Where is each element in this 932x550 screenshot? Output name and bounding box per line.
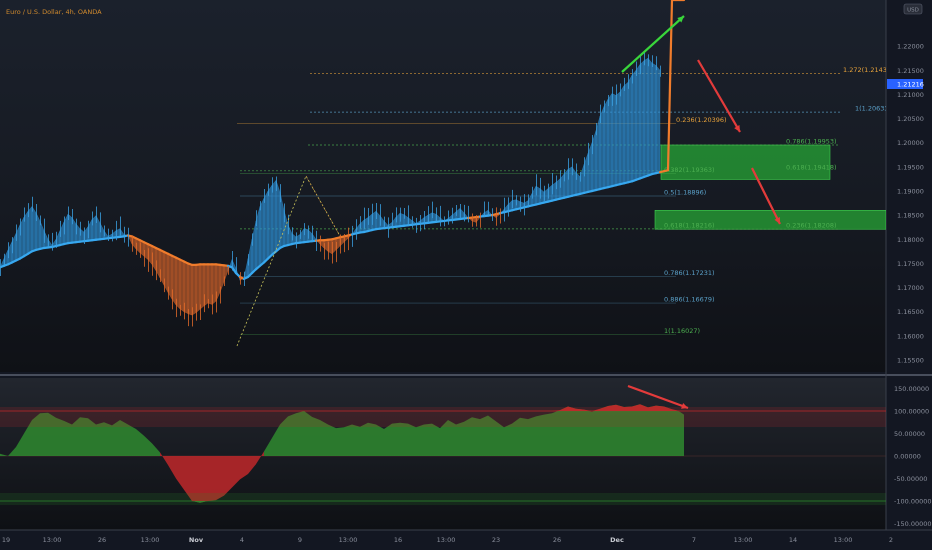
osc-positive-segment	[104, 422, 112, 456]
currency-badge-label: USD	[907, 8, 919, 14]
price-axis-tick: 1.16000	[897, 332, 924, 340]
bear-fill-segment	[199, 264, 205, 310]
time-axis-tick: 14	[789, 536, 797, 544]
time-axis-tick: 7	[692, 536, 696, 544]
last-price-label: 1.21216	[897, 80, 924, 88]
price-axis-tick: 1.21000	[897, 91, 924, 99]
time-axis-tick: 26	[98, 536, 106, 544]
osc-positive-segment	[328, 424, 336, 456]
time-axis-tick: 26	[553, 536, 561, 544]
bull-fill-segment	[627, 74, 633, 183]
osc-positive-segment	[432, 423, 440, 456]
bull-fill-segment	[655, 64, 661, 174]
fib-level-label: 0.886(1.16679)	[664, 296, 715, 304]
price-axis-tick: 1.22000	[897, 43, 924, 51]
fib-level-label: 0.382(1.19363)	[664, 166, 715, 174]
osc-axis-tick: -100.00000	[894, 498, 932, 506]
osc-positive-segment	[392, 422, 400, 456]
price-axis-tick: 1.17000	[897, 284, 924, 292]
chart-svg[interactable]: Euro / U.S. Dollar, 4h, OANDA USD 1.272(…	[0, 0, 932, 550]
price-axis-tick: 1.17500	[897, 260, 924, 268]
bear-fill-segment	[207, 264, 213, 305]
time-axis-tick: 13:00	[43, 536, 62, 544]
osc-axis-tick: 50.00000	[894, 430, 925, 438]
osc-positive-segment	[128, 424, 136, 456]
bull-fill-segment	[635, 63, 641, 181]
bull-fill-segment	[607, 92, 613, 188]
time-axis-tick: 13:00	[437, 536, 456, 544]
bull-fill-segment	[631, 69, 637, 182]
supply-zone-upper[interactable]	[660, 144, 831, 180]
fib-level-label: 0.236(1.18208)	[786, 222, 837, 230]
osc-axis-tick: 150.00000	[894, 385, 929, 393]
osc-axis-tick: -150.00000	[894, 520, 932, 528]
bull-fill-segment	[603, 99, 609, 189]
osc-positive-segment	[344, 424, 352, 456]
osc-overbought-band	[0, 407, 886, 427]
time-axis-tick: 19	[2, 536, 10, 544]
osc-positive-segment	[416, 424, 424, 456]
bull-fill-segment	[267, 184, 273, 260]
osc-positive-segment	[336, 427, 344, 456]
time-axis-tick: 13:00	[734, 536, 753, 544]
time-axis-tick: 13:00	[141, 536, 160, 544]
osc-positive-segment	[400, 422, 408, 456]
osc-positive-segment	[360, 422, 368, 456]
osc-positive-segment	[424, 423, 432, 456]
fib-level-label: 0.618(1.18216)	[664, 221, 715, 229]
price-axis-tick: 1.19000	[897, 188, 924, 196]
time-axis-tick: 2	[889, 536, 893, 544]
fib-level-label: 0.786(1.17231)	[664, 269, 715, 277]
chart-title: Euro / U.S. Dollar, 4h, OANDA	[6, 8, 102, 16]
price-axis-tick: 1.18000	[897, 236, 924, 244]
bull-fill-segment	[647, 57, 653, 176]
osc-positive-segment	[408, 423, 416, 456]
bull-fill-segment	[619, 84, 625, 185]
price-axis-tick: 1.21500	[897, 67, 924, 75]
bear-fill-segment	[187, 263, 193, 316]
price-axis-tick: 1.20000	[897, 139, 924, 147]
time-axis-tick: 23	[492, 536, 500, 544]
time-axis-tick: 13:00	[339, 536, 358, 544]
price-axis-tick: 1.19500	[897, 163, 924, 171]
osc-axis-tick: -50.00000	[894, 475, 927, 483]
time-axis-tick: Dec	[610, 536, 624, 544]
time-axis-tick: Nov	[189, 536, 204, 544]
fib-level-label: 0.786(1.19953)	[786, 137, 837, 145]
time-axis-tick: 13:00	[834, 536, 853, 544]
bear-fill-segment	[179, 259, 185, 313]
bull-fill-segment	[651, 62, 657, 175]
osc-oversold-band	[0, 493, 886, 505]
fib-level-label: 0.618(1.19418)	[786, 163, 837, 171]
bull-fill-segment	[611, 93, 617, 187]
time-axis-tick: 16	[394, 536, 402, 544]
time-axis-tick: 9	[298, 536, 302, 544]
bull-fill-segment	[31, 205, 37, 252]
price-axis-tick: 1.15500	[897, 357, 924, 365]
osc-positive-segment	[376, 424, 384, 456]
price-axis-tick: 1.16500	[897, 308, 924, 316]
osc-axis-tick: 0.00000	[894, 453, 921, 461]
price-axis-tick: 1.18500	[897, 212, 924, 220]
fib-level-label: 1.272(1.21435)	[843, 66, 894, 74]
bull-fill-segment	[643, 57, 649, 178]
osc-positive-segment	[368, 422, 376, 456]
fib-level-label: 0.236(1.20396)	[676, 116, 727, 124]
osc-positive-segment	[96, 422, 104, 456]
price-axis-tick: 1.20500	[897, 115, 924, 123]
osc-positive-segment	[352, 424, 360, 456]
price-pane-bg	[0, 0, 886, 372]
bull-fill-segment	[639, 60, 645, 179]
bull-fill-segment	[615, 91, 621, 186]
time-axis-tick: 4	[240, 536, 244, 544]
osc-positive-segment	[504, 423, 512, 456]
bull-fill-segment	[623, 81, 629, 184]
chart-window: Euro / U.S. Dollar, 4h, OANDA USD 1.272(…	[0, 0, 932, 550]
osc-positive-segment	[384, 423, 392, 456]
fib-level-label: 1(1.16027)	[664, 327, 700, 335]
fib-level-label: 0.5(1.18896)	[664, 189, 706, 197]
osc-axis-tick: 100.00000	[894, 408, 929, 416]
fib-level-label: 1(1.20633)	[855, 105, 891, 113]
